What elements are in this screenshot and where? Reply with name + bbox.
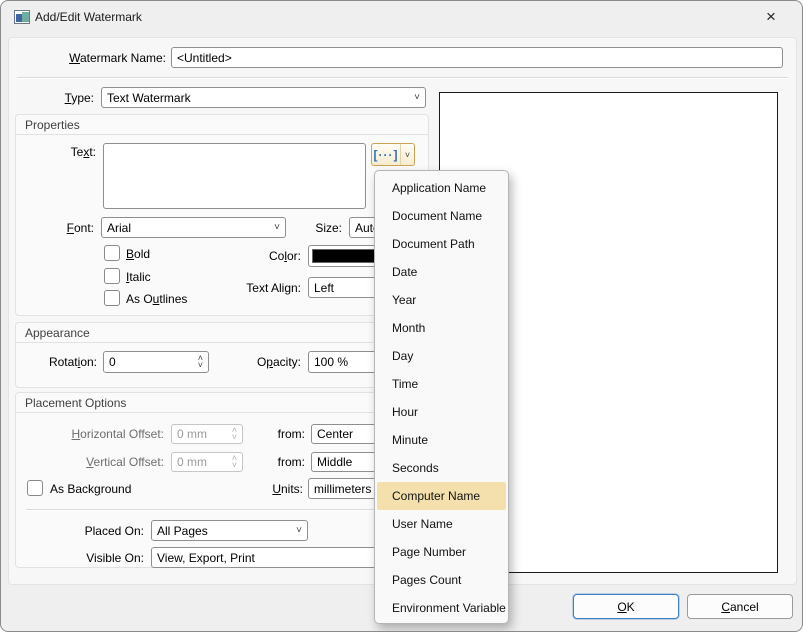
menu-item-date[interactable]: Date [375,258,508,286]
chevron-down-icon: ˅ [410,92,420,103]
placed-on-label: Placed On: [85,524,144,539]
bold-checkbox-label: Bold [126,247,150,262]
text-align-label: Text Align: [246,281,301,296]
rotation-spinbox[interactable]: 0˄˅ [103,351,209,373]
group-header-line [16,134,428,135]
menu-item-seconds[interactable]: Seconds [375,454,508,482]
as-outlines-checkbox[interactable] [104,290,120,306]
menu-item-month[interactable]: Month [375,314,508,342]
type-label: Type: [65,91,94,106]
text-label: Text: [71,145,96,160]
menu-item-application-name[interactable]: Application Name [375,174,508,202]
menu-item-document-path[interactable]: Document Path [375,230,508,258]
placement-options-group-title: Placement Options [25,396,126,411]
units-label: Units: [272,482,303,497]
color-label: Color: [269,249,301,264]
as-background-checkbox[interactable] [27,480,43,496]
as-background-checkbox-label: As Background [50,482,131,497]
close-icon[interactable]: × [747,3,795,31]
horizontal-offset-label: Horizontal Offset: [72,427,165,442]
spin-down-icon: ˅ [232,434,237,441]
macro-ellipsis-icon: [···] [372,144,400,165]
watermark-text-input[interactable] [103,143,366,209]
chevron-down-icon[interactable]: ˅ [400,144,414,165]
italic-checkbox-label: Italic [126,270,151,285]
properties-group-title: Properties [25,118,80,133]
ok-button[interactable]: OK [573,594,679,619]
bold-checkbox[interactable] [104,245,120,261]
font-select[interactable]: Arial˅ [101,217,286,238]
separator [17,77,788,79]
group-header-line [16,342,428,343]
menu-item-year[interactable]: Year [375,286,508,314]
placed-on-select[interactable]: All Pages˅ [151,520,308,541]
rotation-label: Rotation: [49,355,97,370]
italic-checkbox[interactable] [104,268,120,284]
separator [26,509,422,511]
opacity-label: Opacity: [257,355,301,370]
spin-down-icon[interactable]: ˅ [198,362,203,369]
size-label: Size: [315,221,342,236]
horizontal-offset-spinbox: 0 mm˄˅ [171,424,243,444]
chevron-down-icon: ˅ [270,222,280,233]
menu-item-minute[interactable]: Minute [375,426,508,454]
horizontal-from-label: from: [278,427,305,442]
insert-macro-button[interactable]: [···] ˅ [371,143,415,166]
menu-item-hour[interactable]: Hour [375,398,508,426]
vertical-offset-spinbox: 0 mm˄˅ [171,452,243,472]
dialog-title: Add/Edit Watermark [35,10,142,24]
as-outlines-checkbox-label: As Outlines [126,292,187,307]
type-select[interactable]: Text Watermark˅ [101,87,426,108]
visible-on-label: Visible On: [86,551,144,566]
spin-down-icon: ˅ [232,462,237,469]
watermark-dialog-icon [14,10,30,24]
menu-item-computer-name[interactable]: Computer Name [377,482,506,510]
watermark-name-label: Watermark Name: [69,51,166,66]
menu-item-environment-variable[interactable]: Environment Variable [375,594,508,622]
cancel-button[interactable]: Cancel [687,594,793,619]
group-header-line [16,412,428,413]
vertical-offset-label: Vertical Offset: [86,455,164,470]
macro-dropdown-menu: Application Name Document Name Document … [374,170,509,624]
menu-item-time[interactable]: Time [375,370,508,398]
chevron-down-icon: ˅ [292,525,302,536]
menu-item-page-number[interactable]: Page Number [375,538,508,566]
add-edit-watermark-dialog: Add/Edit Watermark × Watermark Name: <Un… [0,0,803,632]
vertical-from-label: from: [278,455,305,470]
menu-item-pages-count[interactable]: Pages Count [375,566,508,594]
font-label: Font: [67,221,94,236]
watermark-name-input[interactable]: <Untitled> [171,47,783,68]
menu-item-document-name[interactable]: Document Name [375,202,508,230]
menu-item-user-name[interactable]: User Name [375,510,508,538]
appearance-group-title: Appearance [25,326,90,341]
menu-item-day[interactable]: Day [375,342,508,370]
